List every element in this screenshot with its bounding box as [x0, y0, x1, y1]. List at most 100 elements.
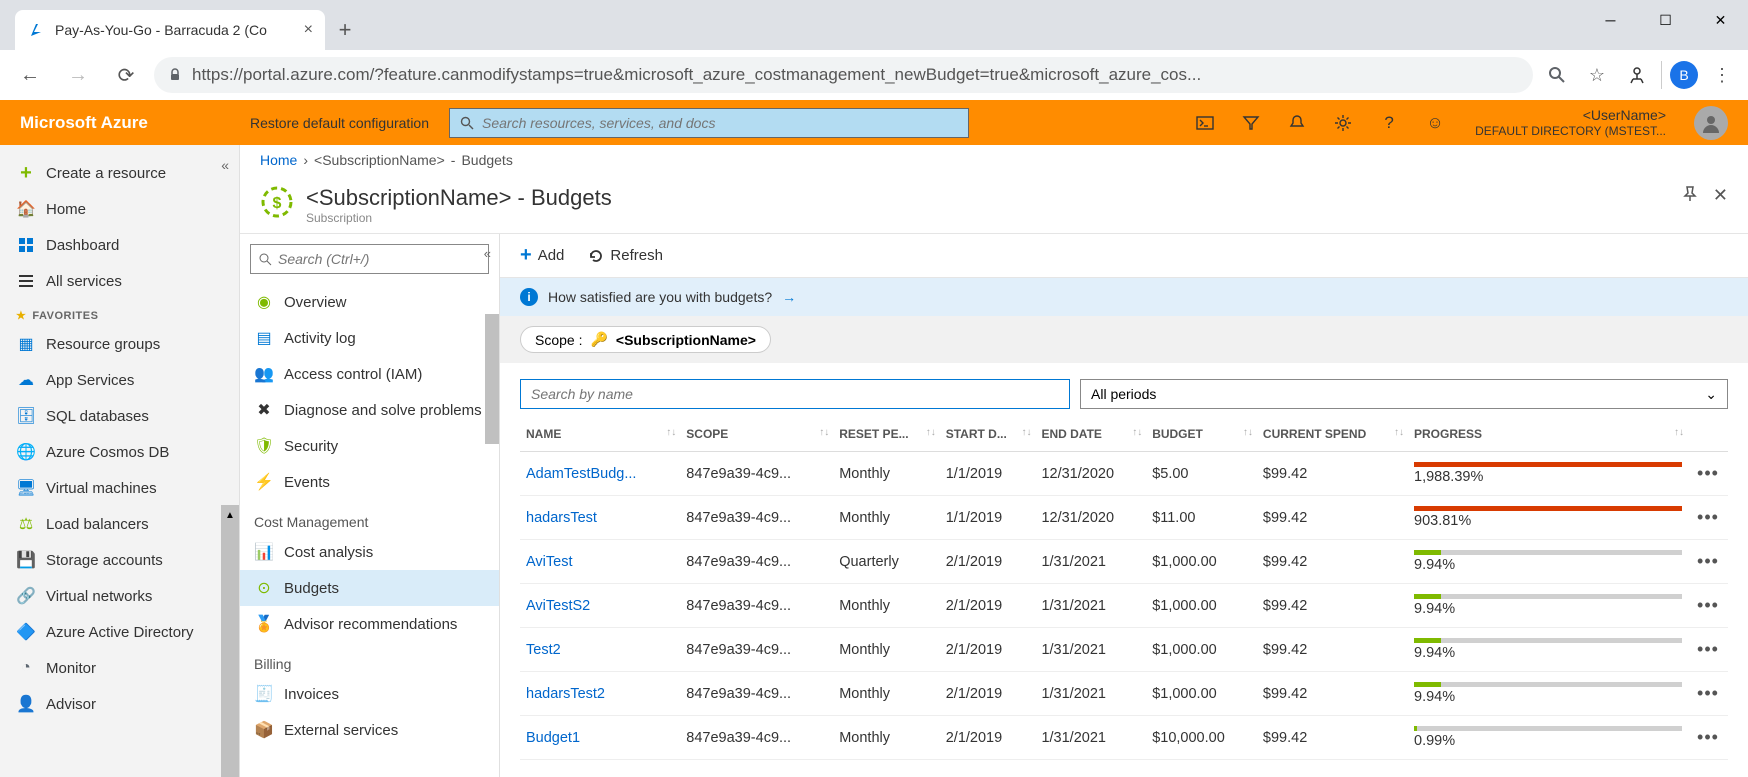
service-icon: ☁ — [16, 370, 36, 390]
budget-name-link[interactable]: AdamTestBudg... — [520, 452, 680, 496]
scroll-up-arrow[interactable]: ▲ — [221, 505, 239, 525]
menu-item-icon: ⊙ — [254, 578, 274, 598]
budget-blade-icon: $ — [260, 185, 294, 219]
restore-config-link[interactable]: Restore default configuration — [250, 115, 429, 131]
budget-name-link[interactable]: Budget1 — [520, 716, 680, 760]
new-tab-button[interactable]: + — [325, 10, 365, 50]
feedback-banner[interactable]: i How satisfied are you with budgets? → — [500, 278, 1748, 316]
azure-brand[interactable]: Microsoft Azure — [20, 113, 230, 133]
nav-all-services[interactable]: All services — [0, 263, 239, 299]
budget-name-link[interactable]: AviTestS2 — [520, 584, 680, 628]
col-budget[interactable]: BUDGET↑↓ — [1146, 417, 1257, 452]
search-by-name-input[interactable] — [520, 379, 1070, 409]
nav-fav-item[interactable]: 🖥Virtual machines — [0, 470, 239, 506]
scrollbar-thumb[interactable] — [221, 525, 239, 777]
row-actions-button[interactable]: ••• — [1688, 628, 1728, 672]
nav-fav-item[interactable]: 💾Storage accounts — [0, 542, 239, 578]
budget-name-link[interactable]: hadarsTest2 — [520, 672, 680, 716]
refresh-button[interactable]: Refresh — [588, 247, 663, 264]
nav-fav-item[interactable]: 🌐Azure Cosmos DB — [0, 434, 239, 470]
resource-search[interactable] — [250, 244, 489, 274]
nav-fav-item[interactable]: ◔Monitor — [0, 650, 239, 686]
tab-close-icon[interactable]: × — [304, 21, 313, 39]
reload-button[interactable]: ⟳ — [106, 55, 146, 95]
window-maximize[interactable]: ☐ — [1638, 0, 1693, 40]
nav-fav-item[interactable]: ▦Resource groups — [0, 326, 239, 362]
col-scope[interactable]: SCOPE↑↓ — [680, 417, 833, 452]
budget-name-link[interactable]: hadarsTest — [520, 496, 680, 540]
window-close[interactable]: ✕ — [1693, 0, 1748, 40]
period-select[interactable]: All periods ⌄ — [1080, 379, 1728, 409]
profile-avatar[interactable]: B — [1670, 61, 1698, 89]
settings-icon[interactable] — [1323, 103, 1363, 143]
notifications-icon[interactable] — [1277, 103, 1317, 143]
add-button[interactable]: + Add — [520, 244, 564, 267]
breadcrumb-home[interactable]: Home — [260, 152, 297, 168]
menu-item-icon: ◉ — [254, 292, 274, 312]
resource-menu-item[interactable]: 👥Access control (IAM) — [240, 356, 499, 392]
nav-fav-item[interactable]: 🗄SQL databases — [0, 398, 239, 434]
scope-bar: Scope : 🔑 <SubscriptionName> — [500, 316, 1748, 363]
close-blade-icon[interactable]: ✕ — [1713, 185, 1728, 206]
resource-search-input[interactable] — [278, 251, 480, 267]
row-actions-button[interactable]: ••• — [1688, 672, 1728, 716]
browser-tab[interactable]: Pay-As-You-Go - Barracuda 2 (Co × — [15, 10, 325, 50]
help-icon[interactable]: ? — [1369, 103, 1409, 143]
col-start[interactable]: START D...↑↓ — [940, 417, 1036, 452]
create-resource[interactable]: + Create a resource — [0, 155, 239, 191]
nav-fav-item[interactable]: 👤Advisor — [0, 686, 239, 722]
star-icon[interactable]: ☆ — [1581, 59, 1613, 91]
resource-menu-item[interactable]: 🛡Security — [240, 428, 499, 464]
cell-progress: 9.94% — [1408, 540, 1688, 584]
nav-home[interactable]: 🏠 Home — [0, 191, 239, 227]
user-avatar[interactable] — [1694, 106, 1728, 140]
search-icon[interactable] — [1541, 59, 1573, 91]
window-minimize[interactable]: ─ — [1583, 0, 1638, 40]
filter-icon[interactable] — [1231, 103, 1271, 143]
breadcrumb-sub[interactable]: <SubscriptionName> — [314, 152, 445, 168]
collapse-menu-icon[interactable]: « — [484, 246, 491, 261]
resource-menu-item[interactable]: ◉Overview — [240, 284, 499, 320]
global-search-input[interactable] — [482, 115, 958, 131]
nav-fav-item[interactable]: 🔗Virtual networks — [0, 578, 239, 614]
collapse-nav-icon[interactable]: « — [221, 157, 229, 173]
cell-start: 2/1/2019 — [940, 540, 1036, 584]
col-name[interactable]: NAME↑↓ — [520, 417, 680, 452]
cloud-shell-icon[interactable] — [1185, 103, 1225, 143]
resource-menu-item[interactable]: 📊Cost analysis — [240, 534, 499, 570]
menu-scrollbar[interactable] — [485, 314, 499, 444]
nav-fav-item[interactable]: ⚖Load balancers — [0, 506, 239, 542]
resource-menu-item[interactable]: ⚡Events — [240, 464, 499, 500]
resource-menu-item[interactable]: 🧾Invoices — [240, 676, 499, 712]
budget-name-link[interactable]: AviTest — [520, 540, 680, 584]
row-actions-button[interactable]: ••• — [1688, 540, 1728, 584]
budget-name-link[interactable]: Test2 — [520, 628, 680, 672]
resource-menu-item[interactable]: 🏅Advisor recommendations — [240, 606, 499, 642]
resource-menu-item[interactable]: ▤Activity log — [240, 320, 499, 356]
back-button[interactable]: ← — [10, 55, 50, 95]
row-actions-button[interactable]: ••• — [1688, 716, 1728, 760]
cast-icon[interactable] — [1621, 59, 1653, 91]
col-reset[interactable]: RESET PE...↑↓ — [833, 417, 940, 452]
col-end[interactable]: END DATE↑↓ — [1035, 417, 1146, 452]
col-progress[interactable]: PROGRESS↑↓ — [1408, 417, 1688, 452]
nav-fav-item[interactable]: 🔷Azure Active Directory — [0, 614, 239, 650]
pin-icon[interactable] — [1681, 185, 1699, 206]
resource-menu-item[interactable]: 📦External services — [240, 712, 499, 748]
col-spend[interactable]: CURRENT SPEND↑↓ — [1257, 417, 1408, 452]
nav-fav-item[interactable]: ☁App Services — [0, 362, 239, 398]
address-bar[interactable]: https://portal.azure.com/?feature.canmod… — [154, 57, 1533, 93]
nav-dashboard[interactable]: Dashboard — [0, 227, 239, 263]
scope-pill[interactable]: Scope : 🔑 <SubscriptionName> — [520, 326, 771, 353]
resource-menu-item[interactable]: ⊙Budgets — [240, 570, 499, 606]
row-actions-button[interactable]: ••• — [1688, 496, 1728, 540]
menu-icon[interactable]: ⋮ — [1706, 59, 1738, 91]
forward-button[interactable]: → — [58, 55, 98, 95]
section-billing: Billing — [240, 642, 499, 676]
user-info[interactable]: <UserName> DEFAULT DIRECTORY (MSTEST... — [1475, 107, 1674, 138]
resource-menu-item[interactable]: ✖Diagnose and solve problems — [240, 392, 499, 428]
global-search[interactable] — [449, 108, 969, 138]
row-actions-button[interactable]: ••• — [1688, 452, 1728, 496]
feedback-icon[interactable]: ☺ — [1415, 103, 1455, 143]
row-actions-button[interactable]: ••• — [1688, 584, 1728, 628]
